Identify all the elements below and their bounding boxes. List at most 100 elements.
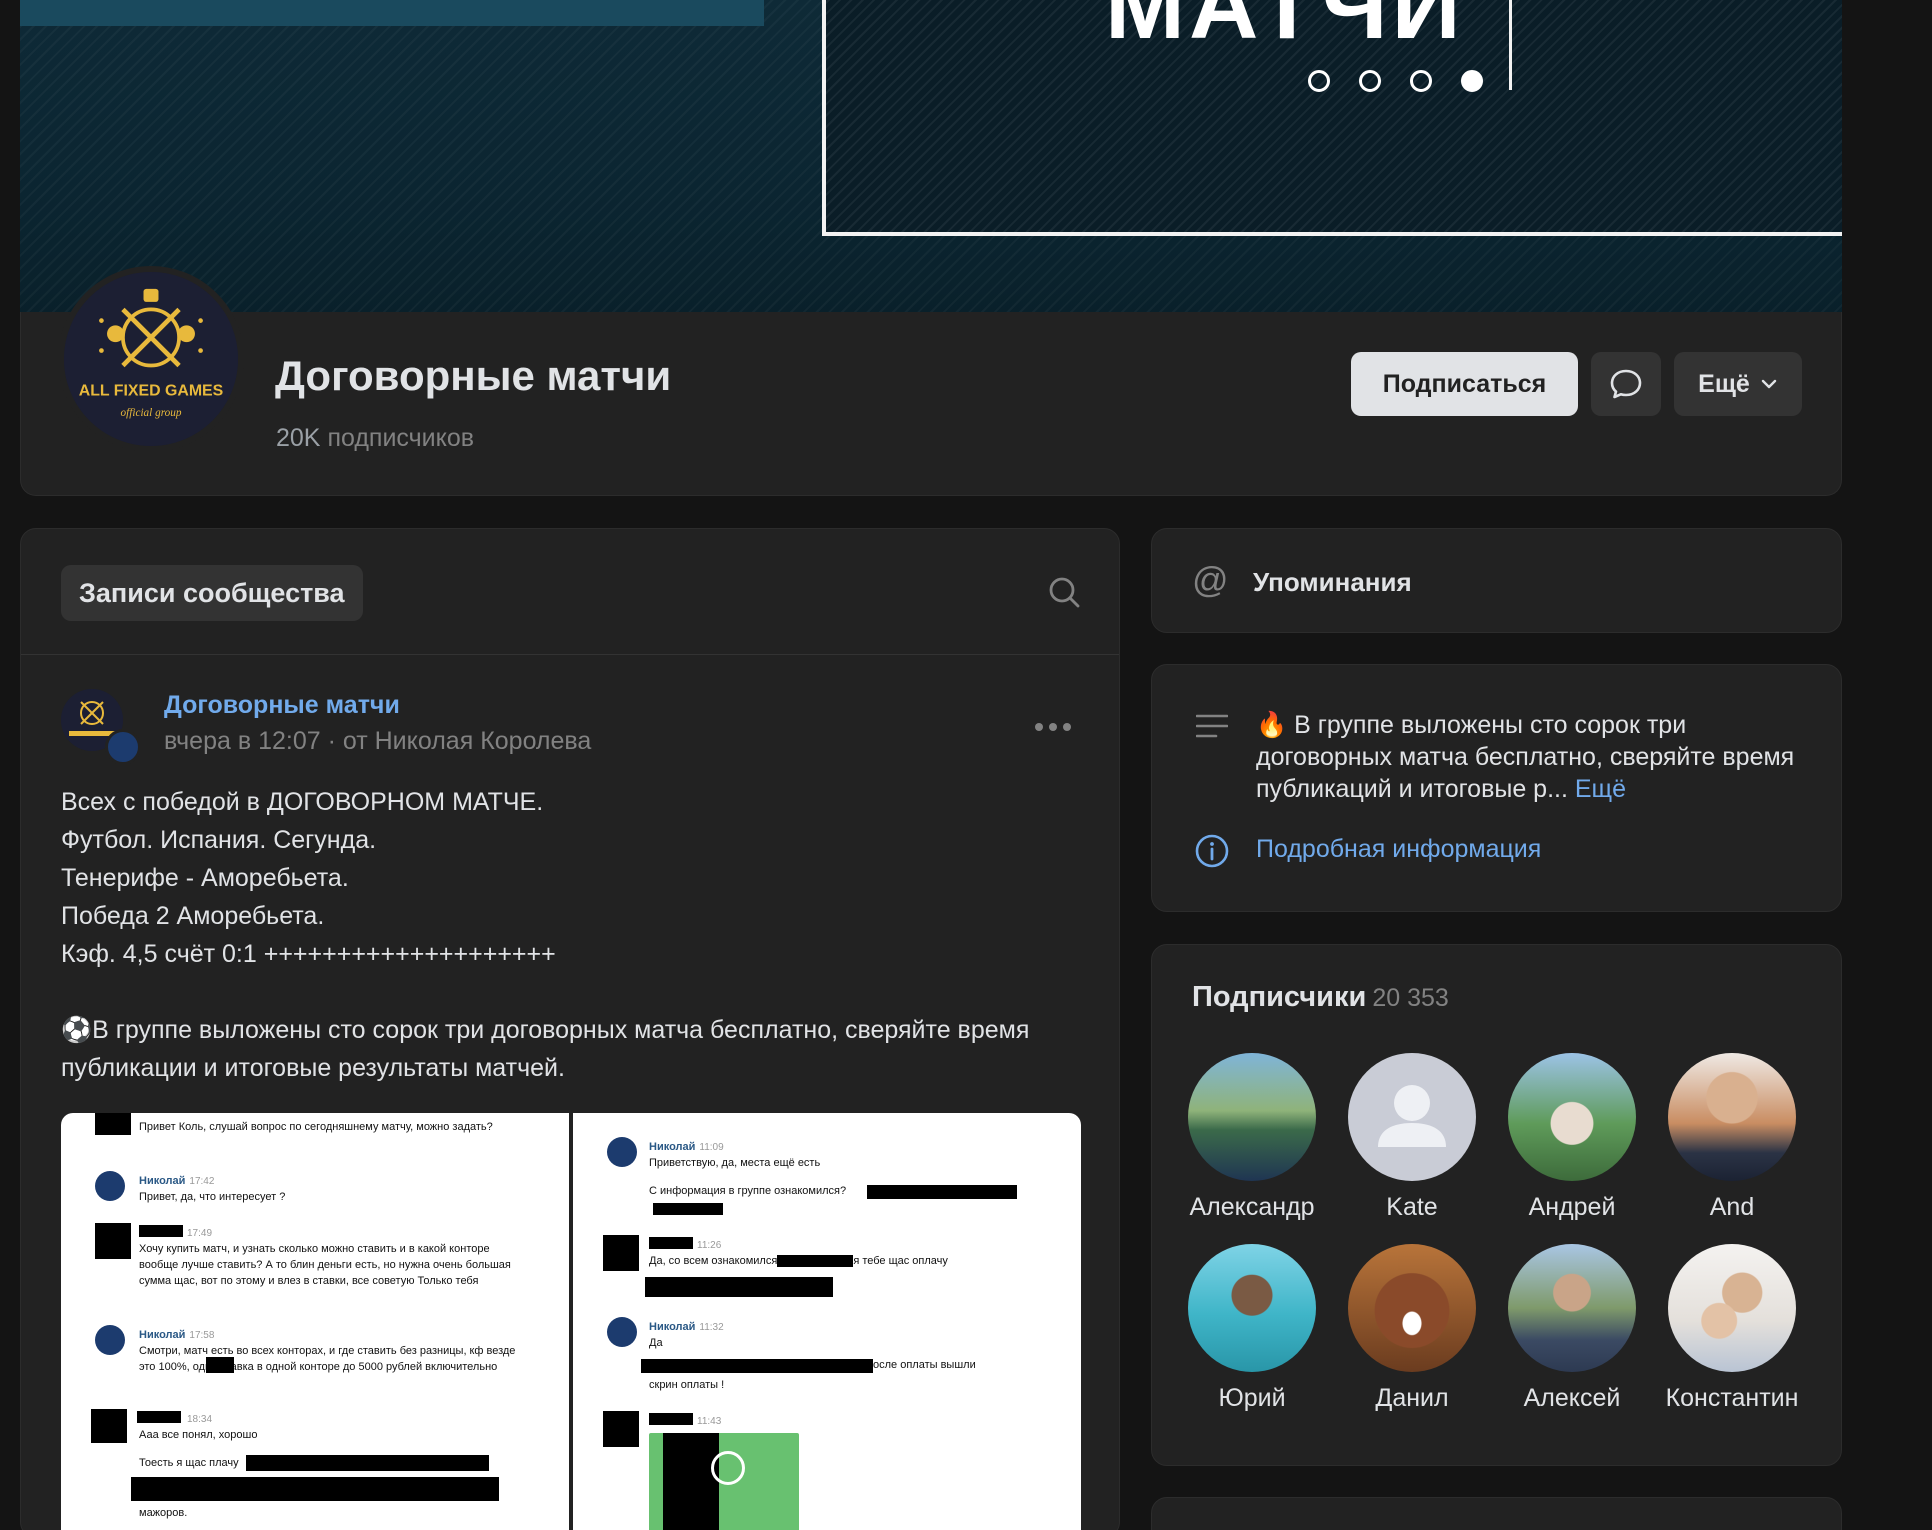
- subscriber-item[interactable]: Юрий: [1172, 1244, 1332, 1413]
- chat-text: Да: [649, 1337, 663, 1349]
- description-more-link[interactable]: Ещё: [1575, 775, 1626, 803]
- post-date[interactable]: вчера в 12:07: [164, 727, 321, 755]
- subscriber-item[interactable]: Александр: [1172, 1053, 1332, 1222]
- redaction: [777, 1255, 854, 1268]
- avatar: [1188, 1244, 1316, 1372]
- post-meta-separator: ·: [327, 727, 336, 755]
- chat-time: 11:32: [699, 1322, 724, 1333]
- chat-text: Приветствую, да, места ещё есть: [649, 1157, 821, 1169]
- next-sidebar-card: [1151, 1497, 1842, 1530]
- description-text: 🔥 В группе выложены сто сорок три догово…: [1256, 711, 1795, 803]
- chat-text: Ааа все понял, хорошо: [139, 1429, 258, 1441]
- post-publisher-avatar[interactable]: [105, 729, 141, 765]
- chat-message: осле оплаты вышли: [873, 1357, 1033, 1373]
- chat-text: Привет, да, что интересует ?: [139, 1191, 286, 1203]
- chat-text: осле оплаты вышли: [873, 1359, 976, 1371]
- chat-time: 11:09: [699, 1142, 724, 1153]
- subscriber-item[interactable]: Константин: [1652, 1244, 1812, 1413]
- wall-tabs: Записи сообщества: [21, 529, 1119, 655]
- cover-divider: [1509, 0, 1512, 90]
- subscribers-total: 20 353: [1372, 984, 1449, 1012]
- chat-text: скрин оплаты !: [649, 1379, 725, 1391]
- subscriber-name: Александр: [1189, 1193, 1315, 1221]
- subscribers-label: подписчиков: [327, 424, 475, 452]
- redaction: [663, 1433, 719, 1530]
- detailed-info-link[interactable]: Подробная информация: [1256, 835, 1541, 864]
- chat-avatar: [95, 1171, 125, 1201]
- subscriber-name: Юрий: [1218, 1384, 1286, 1412]
- cover-slide-indicator[interactable]: [1308, 70, 1483, 92]
- post-meta: вчера в 12:07 · от Николая Королева: [164, 727, 591, 756]
- chat-message: мажоров.: [139, 1505, 519, 1521]
- chat-text: Смотри, матч есть во всех конторах, и гд…: [139, 1345, 516, 1373]
- chat-message: Николай 11:09 Приветствую, да, места ещё …: [649, 1137, 1029, 1171]
- mentions-card[interactable]: @ Упоминания: [1151, 528, 1842, 633]
- chat-text: я тебе щас оплачу: [853, 1255, 948, 1267]
- cover-dot-4[interactable]: [1461, 70, 1483, 92]
- chat-screenshot-right[interactable]: Николай 11:09 Приветствую, да, места ещё …: [573, 1113, 1081, 1530]
- group-subscribers-count[interactable]: 20K подписчиков: [276, 424, 474, 453]
- avatar: [1188, 1053, 1316, 1181]
- at-icon: @: [1192, 559, 1229, 600]
- cover-dot-2[interactable]: [1359, 70, 1381, 92]
- subscribers-card: Подписчики 20 353 Александр Kate Андрей A…: [1151, 944, 1842, 1466]
- chat-message: Николай 11:32 Да: [649, 1317, 1029, 1351]
- post-options-button[interactable]: [1035, 723, 1071, 731]
- chat-time: 17:42: [189, 1176, 215, 1187]
- subscriber-item[interactable]: Андрей: [1492, 1053, 1652, 1222]
- redaction: [95, 1113, 131, 1135]
- subscriber-name: Андрей: [1528, 1193, 1616, 1221]
- redaction: [653, 1203, 723, 1215]
- redaction: [867, 1185, 1017, 1199]
- more-dropdown-button[interactable]: Ещё: [1674, 352, 1802, 416]
- chevron-down-icon: [1761, 379, 1777, 389]
- chat-avatar: [95, 1325, 125, 1355]
- wall-search-button[interactable]: [1047, 575, 1081, 614]
- group-title: Договорные матчи: [275, 352, 672, 399]
- cover-title: МАТЧИ: [1105, 0, 1465, 59]
- subscribers-number: 20K: [276, 424, 321, 452]
- cover-dot-1[interactable]: [1308, 70, 1330, 92]
- subscriber-item[interactable]: Алексей: [1492, 1244, 1652, 1413]
- chat-time: 11:26: [697, 1240, 722, 1251]
- subscriber-name: Kate: [1386, 1193, 1438, 1221]
- tab-community-posts[interactable]: Записи сообщества: [61, 565, 363, 621]
- dot-icon: [1063, 723, 1071, 731]
- avatar: [1348, 1244, 1476, 1372]
- community-wall: Записи сообщества Договорные матчи вчера…: [20, 528, 1120, 1530]
- chat-message: скрин оплаты !: [649, 1377, 1029, 1393]
- subscriber-item[interactable]: And: [1652, 1053, 1812, 1222]
- mentions-label: Упоминания: [1253, 567, 1412, 597]
- subscribe-button[interactable]: Подписаться: [1351, 352, 1578, 416]
- chat-message: 11:26 Да, со всем ознакомился я тебе щас …: [649, 1235, 1029, 1269]
- search-icon: [1049, 577, 1080, 608]
- chat-screenshot-left[interactable]: Привет Коль, слушай вопрос по сегодняшне…: [61, 1113, 569, 1530]
- subscribers-header[interactable]: Подписчики 20 353: [1192, 981, 1449, 1014]
- redaction: [645, 1277, 833, 1297]
- svg-text:ALL FIXED GAMES: ALL FIXED GAMES: [79, 382, 224, 399]
- cover-dot-3[interactable]: [1410, 70, 1432, 92]
- lines-icon: [1196, 714, 1228, 738]
- chat-message: Николай 17:58 Смотри, матч есть во всех к…: [139, 1325, 519, 1375]
- subscriber-item[interactable]: Данил: [1332, 1244, 1492, 1413]
- post-attachments: Привет Коль, слушай вопрос по сегодняшне…: [61, 1113, 1081, 1530]
- subscriber-item[interactable]: Kate: [1332, 1053, 1492, 1222]
- message-button[interactable]: [1591, 352, 1661, 416]
- about-card: 🔥 В группе выложены сто сорок три догово…: [1151, 664, 1842, 912]
- group-avatar[interactable]: ALL FIXED GAMES official group: [58, 266, 244, 452]
- redaction: [641, 1359, 873, 1373]
- post-author-link[interactable]: Договорные матчи: [164, 691, 400, 720]
- group-logo: ALL FIXED GAMES official group: [64, 272, 238, 446]
- subscriber-name: Константин: [1665, 1384, 1799, 1412]
- subscriber-name: Алексей: [1523, 1384, 1621, 1412]
- message-bubble-icon: [1610, 369, 1642, 399]
- cover-top-strip: [20, 0, 764, 26]
- subscriber-name: Данил: [1375, 1384, 1449, 1412]
- chat-sender: Николай: [139, 1329, 186, 1341]
- info-icon: [1195, 834, 1229, 868]
- dot-icon: [1035, 723, 1043, 731]
- more-label: Ещё: [1698, 369, 1750, 398]
- cover-image: МАТЧИ: [20, 0, 1842, 320]
- post-signer[interactable]: от Николая Королева: [343, 727, 591, 755]
- chat-sender: Николай: [649, 1141, 696, 1153]
